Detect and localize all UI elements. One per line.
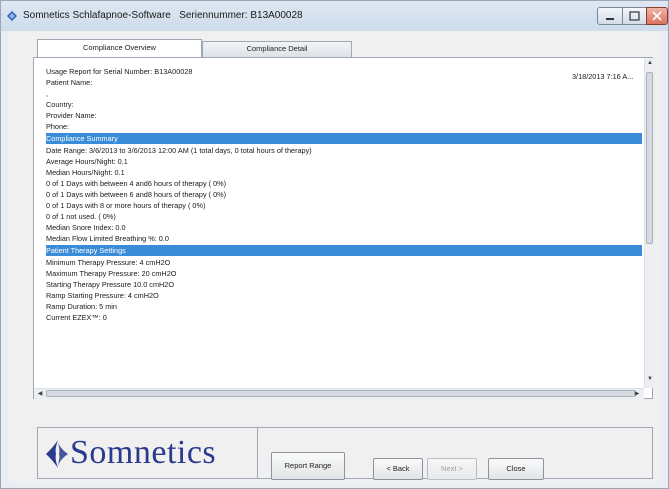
report-line: Provider Name: <box>46 111 97 120</box>
tab-compliance-overview[interactable]: Compliance Overview <box>37 39 202 57</box>
report-line: Current EZEX™: 0 <box>46 313 107 322</box>
report-line: Phone: <box>46 122 70 131</box>
report-line: Minimum Therapy Pressure: 4 cmH2O <box>46 258 171 267</box>
report-line: Usage Report for Serial Number: B13A0002… <box>46 67 193 76</box>
minimize-button[interactable] <box>597 7 623 25</box>
somnetics-logo-mark-icon <box>46 440 68 468</box>
somnetics-logo-text: Somnetics <box>70 434 217 471</box>
tab-compliance-detail[interactable]: Compliance Detail <box>202 41 352 57</box>
scroll-up-arrow-icon[interactable]: ▲ <box>645 60 655 66</box>
report-datetime: 3/18/2013 7:16 A... <box>572 72 634 81</box>
window-title: Somnetics Schlafapnoe-Software Seriennum… <box>23 10 303 21</box>
client-area: Compliance Overview Compliance Detail Us… <box>9 31 660 482</box>
scroll-left-arrow-icon[interactable]: ◀ <box>35 390 45 397</box>
horizontal-scroll-thumb[interactable] <box>46 390 636 397</box>
application-window: Somnetics Schlafapnoe-Software Seriennum… <box>0 0 669 489</box>
maximize-icon <box>629 11 640 21</box>
app-diamond-icon <box>7 11 17 21</box>
scroll-right-arrow-icon[interactable]: ▶ <box>632 390 642 397</box>
back-button[interactable]: < Back <box>373 458 423 480</box>
serial-value: B13A00028 <box>250 10 303 21</box>
serial-label: Seriennummer: <box>179 10 248 21</box>
minimize-icon <box>606 18 614 20</box>
app-title: Somnetics Schlafapnoe-Software <box>23 10 171 21</box>
section-header-compliance: Compliance Summary <box>46 133 642 144</box>
report-line: Country: <box>46 100 74 109</box>
report-line: Ramp Duration: 5 min <box>46 302 117 311</box>
report-line: 0 of 1 Days with between 4 and6 hours of… <box>46 179 227 188</box>
title-bar[interactable]: Somnetics Schlafapnoe-Software Seriennum… <box>1 1 668 31</box>
report-line: Ramp Starting Pressure: 4 cmH2O <box>46 291 159 300</box>
next-button[interactable]: Next > <box>427 458 477 480</box>
footer-frame: Somnetics <box>37 427 653 479</box>
report-line: Median Hours/Night: 0.1 <box>46 168 125 177</box>
close-button[interactable]: Close <box>488 458 544 480</box>
section-header-therapy: Patient Therapy Settings <box>46 245 642 256</box>
horizontal-scrollbar[interactable]: ◀ ▶ <box>34 388 644 399</box>
window-close-button[interactable] <box>646 7 668 25</box>
report-line: Starting Therapy Pressure 10.0 cmH2O <box>46 280 175 289</box>
report-range-button[interactable]: Report Range <box>271 452 345 480</box>
vertical-scroll-thumb[interactable] <box>646 72 653 244</box>
report-line: Date Range: 3/6/2013 to 3/6/2013 12:00 A… <box>46 146 312 155</box>
report-text-area[interactable]: Usage Report for Serial Number: B13A0002… <box>46 66 642 386</box>
scroll-down-arrow-icon[interactable]: ▼ <box>645 376 655 382</box>
maximize-button[interactable] <box>622 7 647 25</box>
report-line: 0 of 1 not used. ( 0%) <box>46 212 116 221</box>
report-line: Average Hours/Night: 0.1 <box>46 157 128 166</box>
report-line: 0 of 1 Days with 8 or more hours of ther… <box>46 201 206 210</box>
report-panel: Usage Report for Serial Number: B13A0002… <box>33 57 655 399</box>
report-line: , <box>46 89 49 98</box>
vertical-scrollbar[interactable]: ▲ ▼ <box>644 58 655 388</box>
report-line: 0 of 1 Days with between 6 and8 hours of… <box>46 190 227 199</box>
report-line: Median Snore Index: 0.0 <box>46 223 126 232</box>
report-line: Maximum Therapy Pressure: 20 cmH2O <box>46 269 177 278</box>
report-line: Median Flow Limited Breathing %: 0.0 <box>46 234 169 243</box>
close-x-icon <box>652 11 662 21</box>
logo-area: Somnetics <box>38 428 258 478</box>
report-line: Patient Name: <box>46 78 93 87</box>
